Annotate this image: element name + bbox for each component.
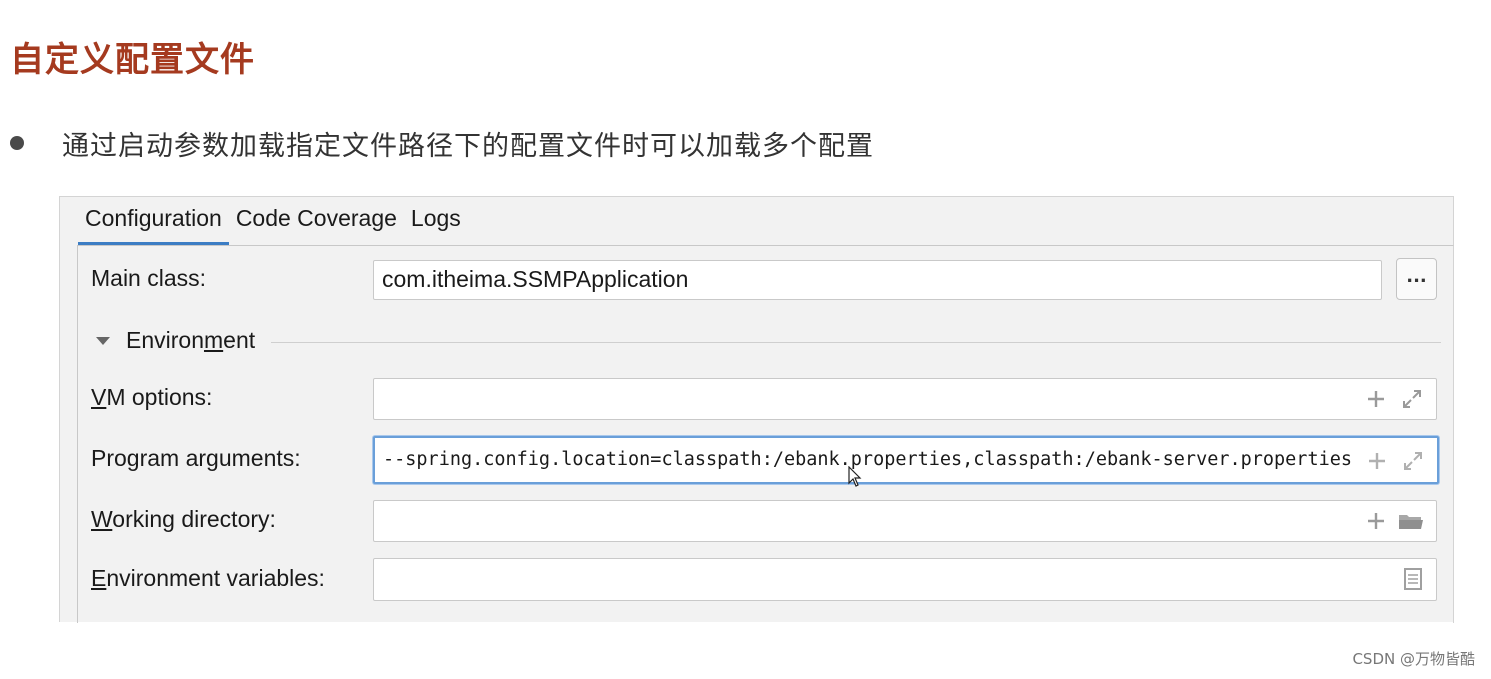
tab-bar: Configuration Code Coverage Logs (78, 197, 468, 246)
program-arguments-label: Program arguments: (91, 445, 301, 471)
plus-icon[interactable] (1365, 388, 1387, 410)
environment-section-label[interactable]: Environment (126, 327, 255, 354)
plus-icon[interactable] (1365, 510, 1387, 532)
bullet-dot (10, 136, 24, 150)
main-class-browse-button[interactable]: ... (1396, 258, 1437, 300)
environment-variables-field[interactable] (373, 558, 1437, 601)
bullet-text: 通过启动参数加载指定文件路径下的配置文件时可以加载多个配置 (62, 131, 874, 162)
main-class-value: com.itheima.SSMPApplication (382, 266, 689, 292)
slide-title: 自定义配置文件 (10, 40, 255, 80)
folder-icon[interactable] (1398, 510, 1424, 532)
section-divider (271, 342, 1441, 343)
main-class-field[interactable]: com.itheima.SSMPApplication (373, 260, 1382, 300)
run-configuration-panel: Configuration Code Coverage Logs Main cl… (59, 196, 1454, 623)
collapse-triangle-icon[interactable] (96, 337, 110, 345)
vm-options-field[interactable] (373, 378, 1437, 420)
watermark: CSDN @万物皆酷 (1352, 650, 1475, 668)
working-directory-field[interactable] (373, 500, 1437, 542)
tab-logs[interactable]: Logs (404, 197, 468, 245)
plus-icon[interactable] (1366, 450, 1388, 472)
configuration-tab-content: Main class: com.itheima.SSMPApplication … (77, 245, 1454, 623)
tab-code-coverage[interactable]: Code Coverage (229, 197, 404, 245)
working-directory-label: Working directory: (91, 506, 276, 532)
main-class-label: Main class: (91, 265, 207, 291)
program-arguments-value: --spring.config.location=classpath:/eban… (383, 449, 1353, 470)
tab-configuration[interactable]: Configuration (78, 197, 229, 246)
environment-variables-label: Environment variables: (91, 565, 325, 591)
document-icon[interactable] (1402, 568, 1424, 590)
vm-options-label: VM options: (91, 384, 213, 410)
mouse-cursor-icon (848, 465, 862, 488)
expand-icon[interactable] (1402, 450, 1424, 472)
environment-section: Environment (96, 326, 1441, 358)
expand-icon[interactable] (1401, 388, 1423, 410)
program-arguments-field[interactable]: --spring.config.location=classpath:/eban… (373, 436, 1439, 484)
